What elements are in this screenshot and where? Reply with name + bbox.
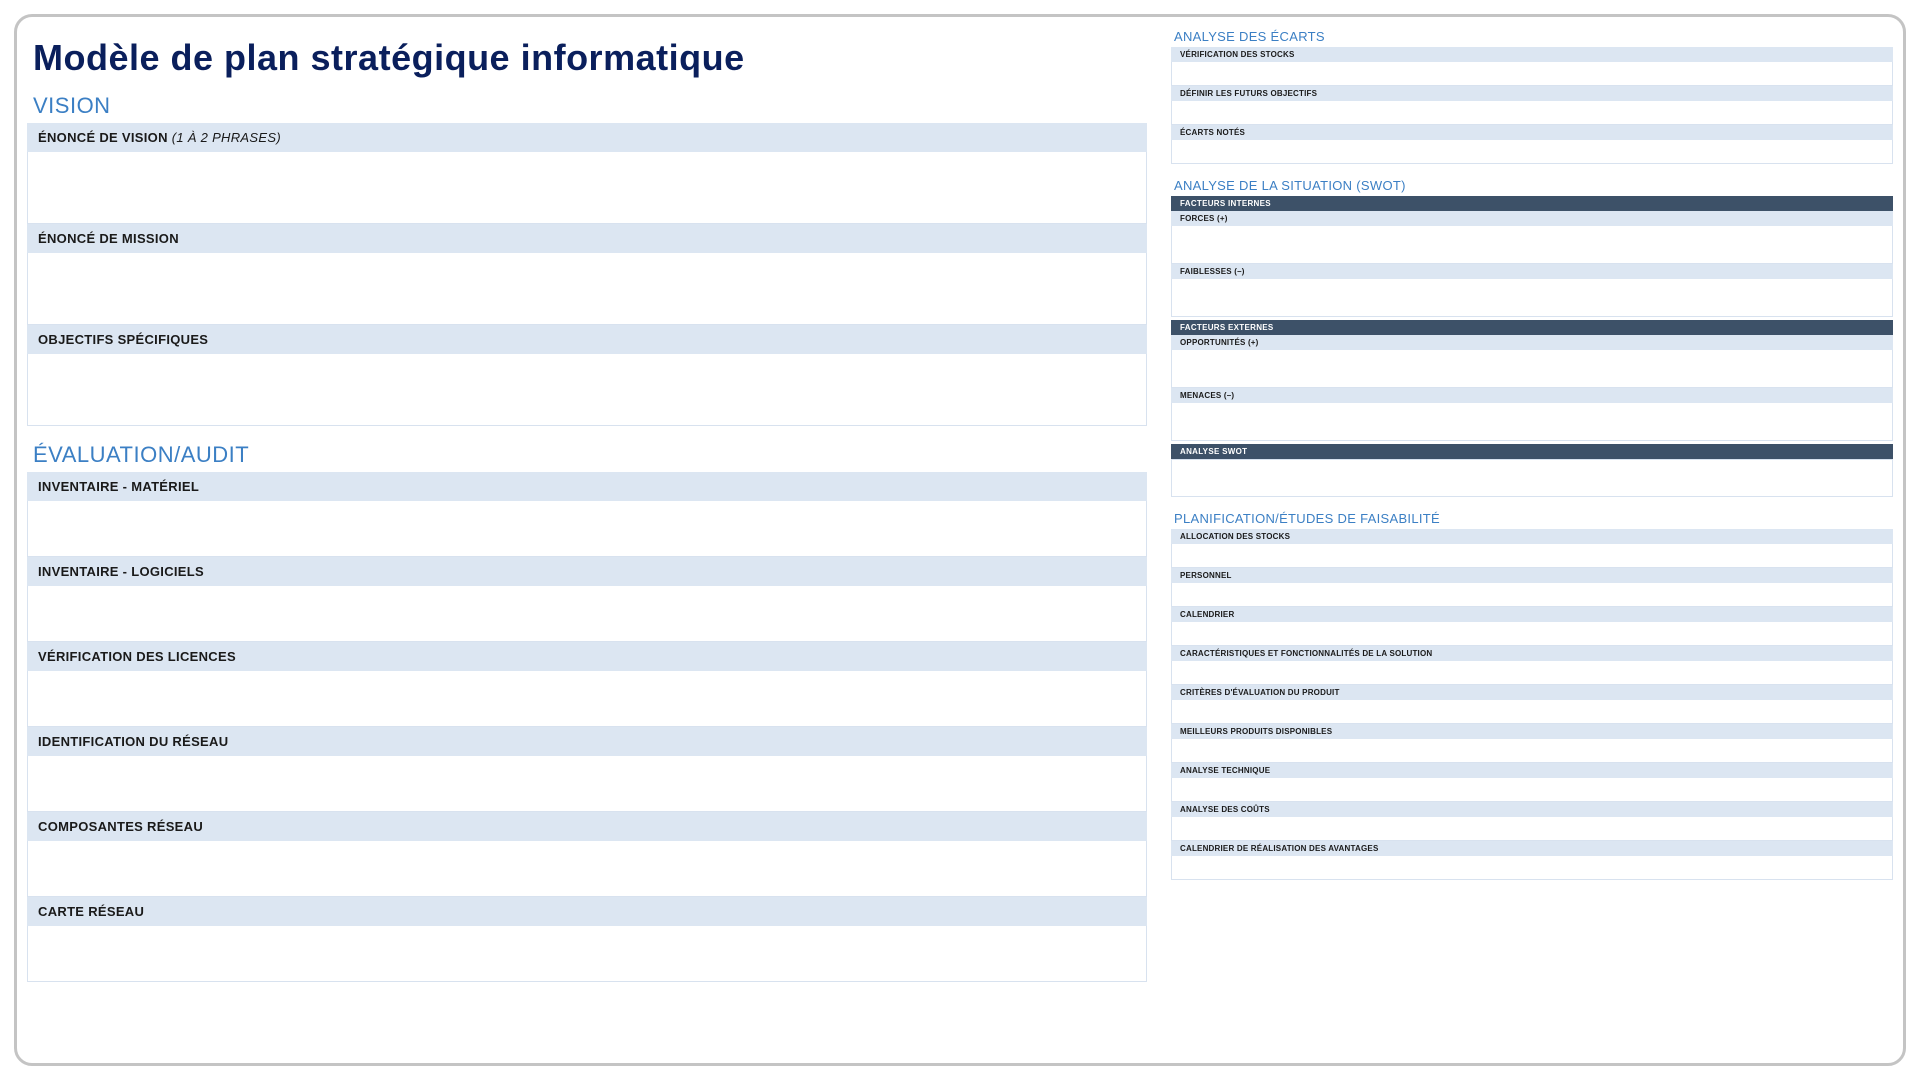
- row-header-stock-alloc: ALLOCATION DES STOCKS: [1171, 529, 1893, 544]
- label: ÉNONCÉ DE VISION: [38, 130, 168, 145]
- row-body-objectives[interactable]: [27, 354, 1147, 426]
- row-body-eval-criteria[interactable]: [1171, 700, 1893, 724]
- label: ANALYSE SWOT: [1180, 447, 1247, 456]
- row-body-cost-analysis[interactable]: [1171, 817, 1893, 841]
- label: CALENDRIER: [1180, 610, 1234, 619]
- label: INVENTAIRE - LOGICIELS: [38, 564, 204, 579]
- label: VÉRIFICATION DES LICENCES: [38, 649, 236, 664]
- row-header-threats: MENACES (–): [1171, 388, 1893, 403]
- row-body-stock-check[interactable]: [1171, 62, 1893, 86]
- right-column: ANALYSE DES ÉCARTS VÉRIFICATION DES STOC…: [1171, 23, 1893, 1053]
- row-body-network-map[interactable]: [27, 926, 1147, 982]
- row-body-opportunities[interactable]: [1171, 350, 1893, 388]
- row-header-gaps-noted: ÉCARTS NOTÉS: [1171, 125, 1893, 140]
- row-header-vision-statement: ÉNONCÉ DE VISION (1 À 2 PHRASES): [27, 123, 1147, 152]
- row-body-network-components[interactable]: [27, 841, 1147, 897]
- label: CARACTÉRISTIQUES ET FONCTIONNALITÉS DE L…: [1180, 649, 1432, 658]
- row-body-vision-statement[interactable]: [27, 152, 1147, 224]
- row-header-license-check: VÉRIFICATION DES LICENCES: [27, 642, 1147, 671]
- label: CALENDRIER DE RÉALISATION DES AVANTAGES: [1180, 844, 1378, 853]
- section-title-swot: ANALYSE DE LA SITUATION (SWOT): [1174, 178, 1893, 193]
- document-frame: Modèle de plan stratégique informatique …: [14, 14, 1906, 1066]
- row-body-inv-software[interactable]: [27, 586, 1147, 642]
- row-body-network-id[interactable]: [27, 756, 1147, 812]
- label: COMPOSANTES RÉSEAU: [38, 819, 203, 834]
- label: PERSONNEL: [1180, 571, 1232, 580]
- row-header-external-factors: FACTEURS EXTERNES: [1171, 320, 1893, 335]
- row-body-future-obj[interactable]: [1171, 101, 1893, 125]
- row-body-threats[interactable]: [1171, 403, 1893, 441]
- row-header-solution-features: CARACTÉRISTIQUES ET FONCTIONNALITÉS DE L…: [1171, 646, 1893, 661]
- section-title-gap: ANALYSE DES ÉCARTS: [1174, 29, 1893, 44]
- label: OPPORTUNITÉS (+): [1180, 338, 1259, 347]
- row-header-opportunities: OPPORTUNITÉS (+): [1171, 335, 1893, 350]
- row-body-inv-material[interactable]: [27, 501, 1147, 557]
- label: ANALYSE TECHNIQUE: [1180, 766, 1270, 775]
- label: INVENTAIRE - MATÉRIEL: [38, 479, 199, 494]
- row-header-weaknesses: FAIBLESSES (–): [1171, 264, 1893, 279]
- row-body-swot-analysis[interactable]: [1171, 459, 1893, 497]
- row-body-solution-features[interactable]: [1171, 661, 1893, 685]
- label: OBJECTIFS SPÉCIFIQUES: [38, 332, 208, 347]
- row-header-stock-check: VÉRIFICATION DES STOCKS: [1171, 47, 1893, 62]
- label: VÉRIFICATION DES STOCKS: [1180, 50, 1295, 59]
- row-body-best-products[interactable]: [1171, 739, 1893, 763]
- label: ANALYSE DES COÛTS: [1180, 805, 1270, 814]
- row-body-mission[interactable]: [27, 253, 1147, 325]
- row-header-inv-material: INVENTAIRE - MATÉRIEL: [27, 472, 1147, 501]
- label: ALLOCATION DES STOCKS: [1180, 532, 1290, 541]
- row-header-swot-analysis: ANALYSE SWOT: [1171, 444, 1893, 459]
- row-header-personnel: PERSONNEL: [1171, 568, 1893, 583]
- row-body-stock-alloc[interactable]: [1171, 544, 1893, 568]
- row-header-cost-analysis: ANALYSE DES COÛTS: [1171, 802, 1893, 817]
- row-header-network-id: IDENTIFICATION DU RÉSEAU: [27, 727, 1147, 756]
- row-body-weaknesses[interactable]: [1171, 279, 1893, 317]
- page-title: Modèle de plan stratégique informatique: [33, 37, 1147, 79]
- label: CARTE RÉSEAU: [38, 904, 144, 919]
- row-header-eval-criteria: CRITÈRES D'ÉVALUATION DU PRODUIT: [1171, 685, 1893, 700]
- label: FORCES (+): [1180, 214, 1228, 223]
- row-header-tech-analysis: ANALYSE TECHNIQUE: [1171, 763, 1893, 778]
- row-body-strengths[interactable]: [1171, 226, 1893, 264]
- label: FACTEURS INTERNES: [1180, 199, 1271, 208]
- row-body-calendar[interactable]: [1171, 622, 1893, 646]
- section-title-vision: VISION: [33, 93, 1147, 119]
- row-header-objectives: OBJECTIFS SPÉCIFIQUES: [27, 325, 1147, 354]
- row-header-future-obj: DÉFINIR LES FUTURS OBJECTIFS: [1171, 86, 1893, 101]
- label: IDENTIFICATION DU RÉSEAU: [38, 734, 228, 749]
- row-header-network-components: COMPOSANTES RÉSEAU: [27, 812, 1147, 841]
- label: DÉFINIR LES FUTURS OBJECTIFS: [1180, 89, 1317, 98]
- row-body-personnel[interactable]: [1171, 583, 1893, 607]
- hint: (1 À 2 PHRASES): [168, 130, 281, 145]
- row-header-calendar: CALENDRIER: [1171, 607, 1893, 622]
- row-header-best-products: MEILLEURS PRODUITS DISPONIBLES: [1171, 724, 1893, 739]
- row-body-license-check[interactable]: [27, 671, 1147, 727]
- row-header-mission: ÉNONCÉ DE MISSION: [27, 224, 1147, 253]
- row-header-internal-factors: FACTEURS INTERNES: [1171, 196, 1893, 211]
- section-title-feasibility: PLANIFICATION/ÉTUDES DE FAISABILITÉ: [1174, 511, 1893, 526]
- row-header-inv-software: INVENTAIRE - LOGICIELS: [27, 557, 1147, 586]
- row-body-gaps-noted[interactable]: [1171, 140, 1893, 164]
- label: CRITÈRES D'ÉVALUATION DU PRODUIT: [1180, 688, 1340, 697]
- label: ÉCARTS NOTÉS: [1180, 128, 1245, 137]
- label: ÉNONCÉ DE MISSION: [38, 231, 179, 246]
- row-body-tech-analysis[interactable]: [1171, 778, 1893, 802]
- label: FAIBLESSES (–): [1180, 267, 1245, 276]
- left-column: Modèle de plan stratégique informatique …: [27, 23, 1147, 1053]
- row-body-benefits-schedule[interactable]: [1171, 856, 1893, 880]
- label: FACTEURS EXTERNES: [1180, 323, 1274, 332]
- section-title-audit: ÉVALUATION/AUDIT: [33, 442, 1147, 468]
- row-header-benefits-schedule: CALENDRIER DE RÉALISATION DES AVANTAGES: [1171, 841, 1893, 856]
- row-header-network-map: CARTE RÉSEAU: [27, 897, 1147, 926]
- row-header-strengths: FORCES (+): [1171, 211, 1893, 226]
- label: MEILLEURS PRODUITS DISPONIBLES: [1180, 727, 1332, 736]
- label: MENACES (–): [1180, 391, 1234, 400]
